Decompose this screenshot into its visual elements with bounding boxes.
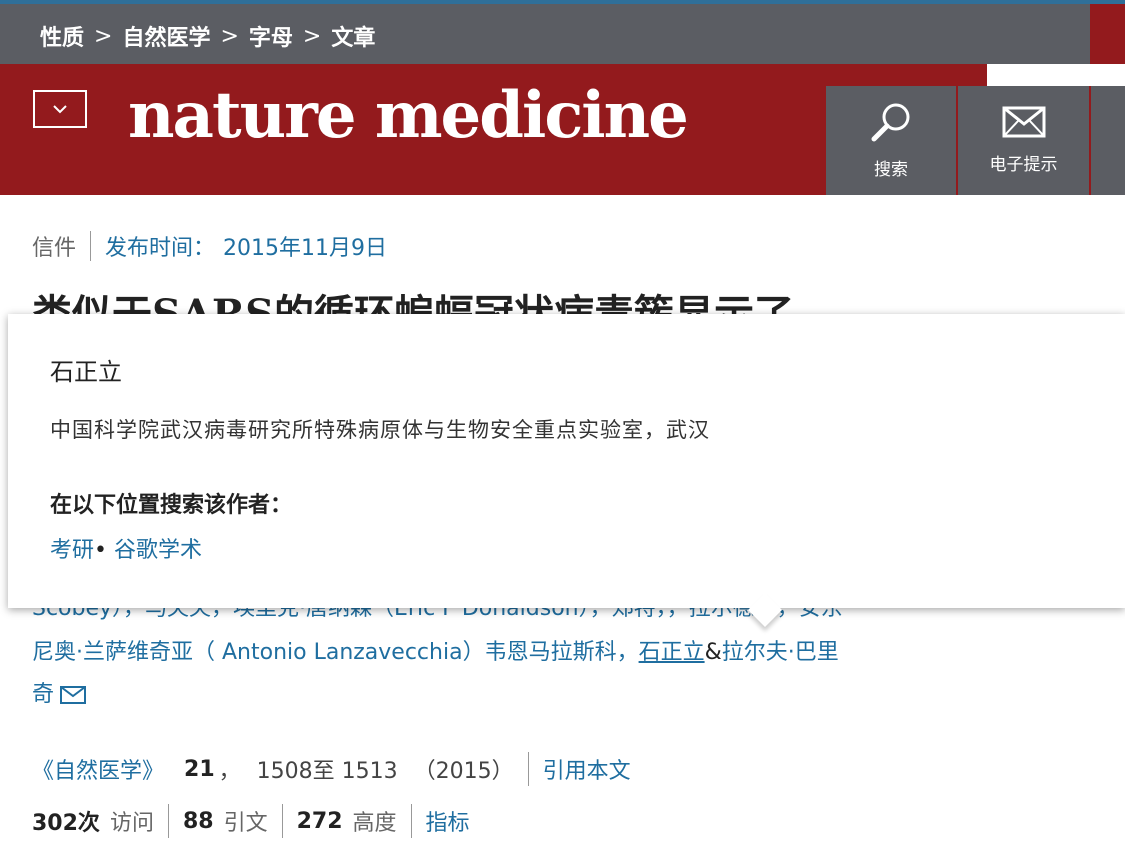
breadcrumb-item-article: 文章	[331, 26, 376, 51]
popup-search-heading: 在以下位置搜索该作者：	[50, 493, 293, 518]
chevron-down-icon	[53, 104, 67, 113]
popup-affiliation: 中国科学院武汉病毒研究所特殊病原体与生物安全重点实验室，武汉	[50, 418, 710, 442]
link-separator-dot: •	[94, 538, 107, 563]
altmetric-label: 高度	[352, 811, 397, 836]
breadcrumb-item-nature-medicine[interactable]: 自然医学	[122, 20, 210, 52]
publication-year: （2015）	[413, 759, 514, 784]
author-link-last[interactable]: 拉尔夫·巴里	[722, 640, 839, 665]
author-link-highlighted[interactable]: 石正立	[639, 640, 705, 665]
article-meta: 信件 发布时间： 2015年11月9日	[32, 230, 387, 262]
cite-article-link[interactable]: 引用本文	[543, 753, 631, 785]
envelope-icon	[1002, 106, 1045, 138]
breadcrumb-item-nature[interactable]: 性质	[40, 20, 84, 52]
published-date: 2015年11月9日	[223, 236, 388, 261]
author-link-last-continued[interactable]: 奇	[32, 682, 54, 707]
breadcrumb-item-letters[interactable]: 字母	[249, 20, 293, 52]
author-list: 尼奥·兰萨维奇亚（ Antonio Lanzavecchia）韦恩马拉斯科，石正…	[32, 632, 982, 716]
menu-toggle-button[interactable]	[33, 90, 87, 128]
popup-author-name: 石正立	[50, 358, 122, 386]
email-alerts-label: 电子提示	[989, 155, 1058, 175]
email-alerts-button[interactable]: 电子提示	[958, 86, 1089, 195]
journal-title[interactable]: 《自然医学》	[32, 753, 164, 785]
meta-divider	[90, 231, 92, 261]
mail-icon[interactable]	[60, 686, 87, 704]
breadcrumb-bar: 性质 > 自然医学 > 字母 > 文章	[0, 4, 1125, 64]
breadcrumb-separator: >	[94, 23, 113, 49]
accesses-count: 302次	[32, 811, 100, 836]
citations-label: 引文	[223, 811, 268, 836]
search-link-pubmed[interactable]: 考研	[50, 538, 94, 563]
published-label: 发布时间：	[105, 236, 216, 261]
search-icon	[871, 103, 910, 142]
article-type: 信件	[32, 236, 77, 261]
metrics-divider	[410, 804, 412, 838]
author-info-popup: 石正立 中国科学院武汉病毒研究所特殊病原体与生物安全重点实验室，武汉 在以下位置…	[8, 314, 1125, 627]
search-link-google-scholar[interactable]: 谷歌学术	[114, 538, 202, 563]
site-header: nature medicine 搜索 电子提示	[0, 64, 1125, 195]
author-link[interactable]: 尼奥·兰萨维奇亚（ Antonio Lanzavecchia）韦恩马拉斯科，	[32, 640, 639, 665]
popup-search-links: 考研• 谷歌学术	[50, 532, 202, 564]
accesses-label: 访问	[109, 811, 154, 836]
search-button[interactable]: 搜索	[826, 86, 956, 195]
altmetric-count: 272	[296, 808, 343, 834]
breadcrumb: 性质 > 自然医学 > 字母 > 文章	[40, 20, 375, 52]
citations-count: 88	[182, 808, 214, 834]
breadcrumb-separator: >	[302, 23, 322, 49]
author-ampersand: &	[704, 640, 722, 665]
breadcrumb-separator: >	[220, 23, 239, 49]
metrics-divider	[167, 804, 169, 838]
citation-divider	[527, 752, 529, 786]
metrics-divider	[281, 804, 283, 838]
citation-line: 《自然医学》 21 ， 1508至 1513 （2015） 引用本文	[32, 752, 631, 786]
header-corner	[987, 64, 1125, 86]
site-logo[interactable]: nature medicine	[128, 78, 689, 153]
more-tools-button[interactable]	[1091, 86, 1125, 195]
breadcrumb-corner-accent	[1090, 4, 1125, 64]
search-label: 搜索	[874, 160, 908, 180]
volume: 21	[184, 756, 215, 782]
citation-comma: ，	[218, 759, 241, 784]
metrics-link[interactable]: 指标	[426, 805, 470, 837]
article-metrics: 302次 访问 88 引文 272 高度 指标	[32, 804, 470, 838]
page-range: 1508至 1513	[256, 759, 398, 784]
